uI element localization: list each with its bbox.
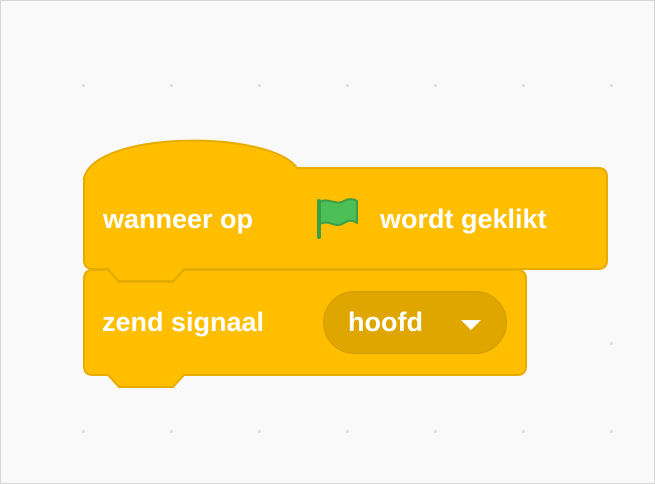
hat-block-label-start: wanneer op	[103, 204, 254, 234]
script-stack	[83, 139, 608, 388]
hat-block-label-end: wordt geklikt	[380, 204, 547, 234]
chevron-down-icon	[461, 320, 481, 330]
message-dropdown[interactable]: hoofd	[323, 291, 507, 354]
broadcast-block-label: zend signaal	[102, 307, 265, 337]
message-dropdown-value: hoofd	[348, 307, 423, 337]
green-flag-icon	[317, 198, 358, 239]
